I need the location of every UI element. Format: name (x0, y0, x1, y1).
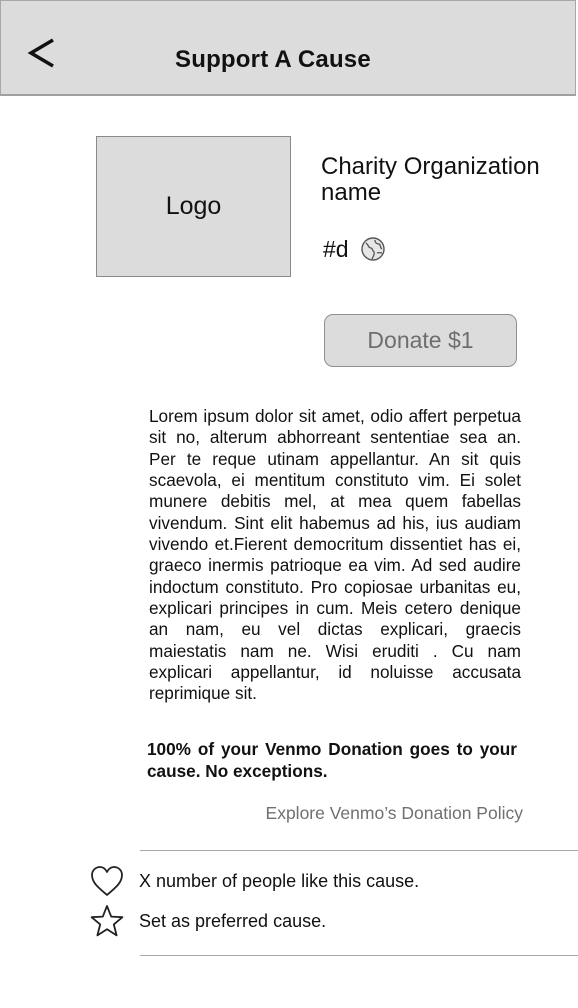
logo-label: Logo (165, 192, 222, 220)
chevron-left-icon[interactable] (23, 34, 63, 74)
like-count-label: X number of people like this cause. (139, 870, 420, 891)
cause-description: Lorem ipsum dolor sit amet, odio affert … (149, 406, 521, 704)
organization-logo: Logo (96, 136, 291, 277)
divider (140, 955, 578, 956)
globe-icon[interactable] (360, 236, 386, 262)
star-icon[interactable] (89, 904, 125, 938)
app-header: Support A Cause (0, 0, 576, 96)
heart-icon[interactable] (89, 864, 125, 898)
preferred-cause-row[interactable]: Set as preferred cause. (89, 904, 326, 938)
donation-policy-link[interactable]: Explore Venmo’s Donation Policy (266, 803, 523, 824)
preferred-cause-label: Set as preferred cause. (139, 910, 327, 931)
like-cause-row[interactable]: X number of people like this cause. (89, 864, 419, 898)
organization-name: Charity Organization name (321, 153, 540, 206)
organization-handle: #d (323, 236, 349, 262)
divider (140, 850, 578, 851)
page-title: Support A Cause (175, 46, 371, 73)
donate-button[interactable]: Donate $1 (324, 314, 517, 367)
donation-guarantee: 100% of your Venmo Donation goes to your… (147, 739, 517, 781)
